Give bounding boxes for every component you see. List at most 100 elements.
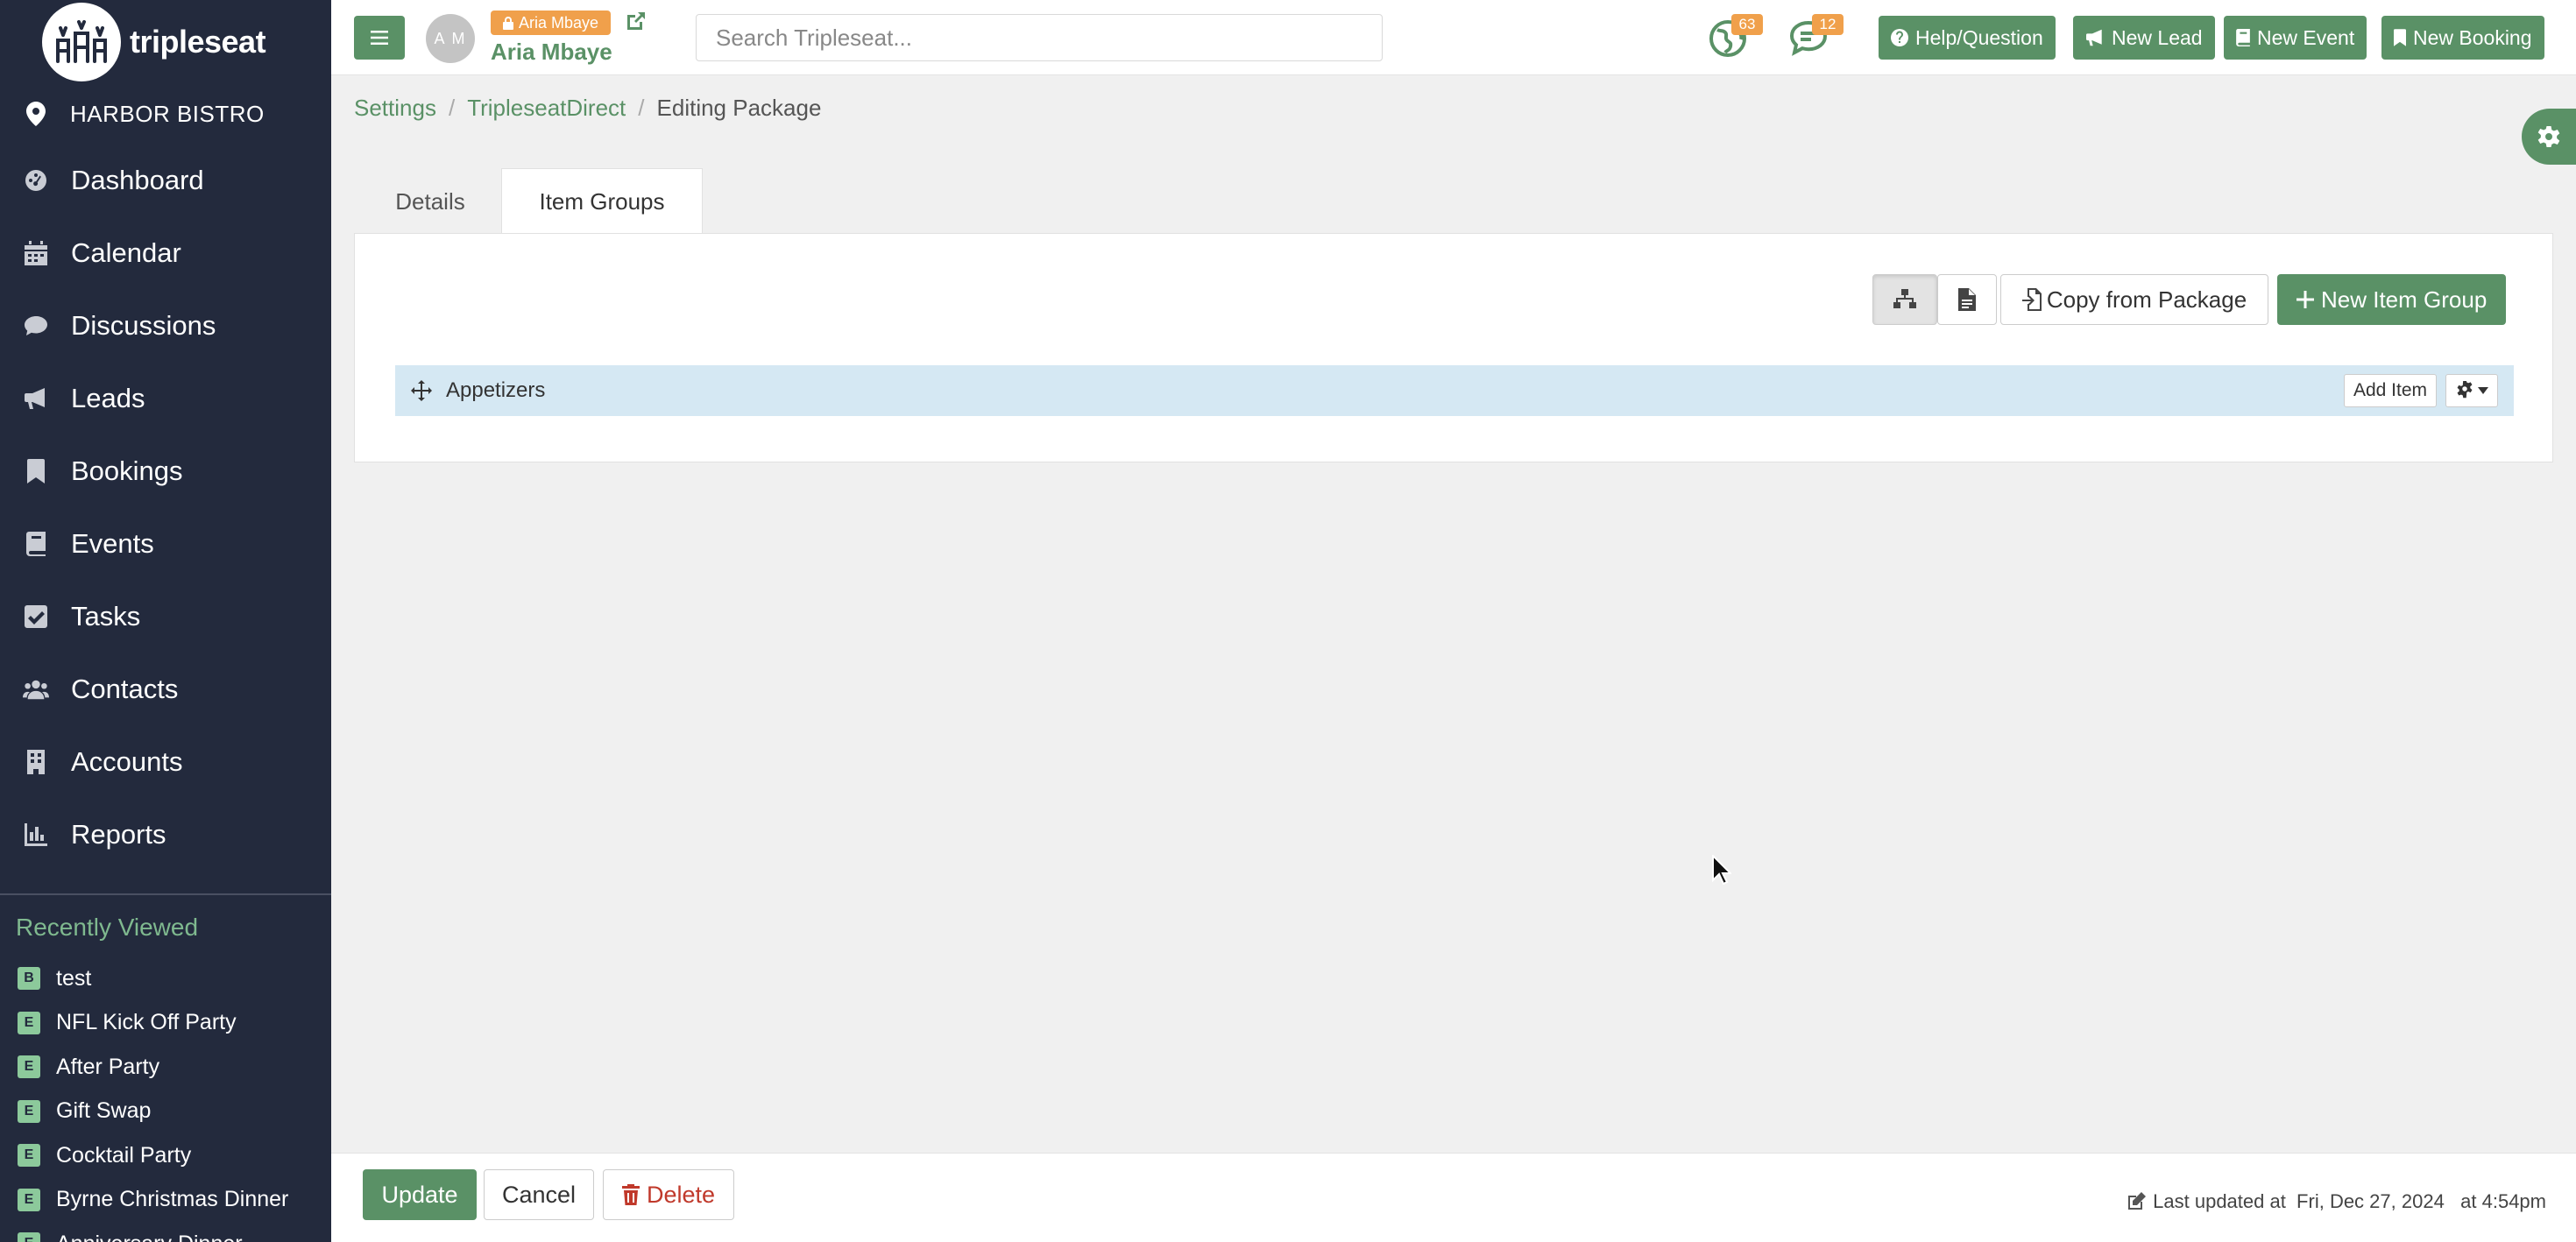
bookmark-icon [2394, 29, 2406, 46]
document-icon [1958, 288, 1976, 311]
new-item-group-button[interactable]: New Item Group [2277, 274, 2507, 325]
sidebar-item-events[interactable]: Events [0, 507, 331, 580]
menu-toggle-button[interactable] [354, 16, 405, 60]
new-lead-button[interactable]: New Lead [2073, 16, 2215, 60]
users-icon [23, 676, 49, 702]
sidebar-item-leads[interactable]: Leads [0, 362, 331, 434]
add-item-button[interactable]: Add Item [2343, 374, 2437, 407]
avatar[interactable]: A M [426, 14, 475, 63]
sidebar-item-bookings[interactable]: Bookings [0, 434, 331, 507]
item-groups-panel: Copy from Package New Item Group Appetiz… [354, 233, 2553, 462]
breadcrumb-current: Editing Package [656, 94, 822, 121]
recent-item-label: Anniversary Dinner [56, 1231, 243, 1242]
sidebar-item-label: Calendar [71, 236, 181, 268]
item-group-row[interactable]: Appetizers Add Item [395, 365, 2514, 416]
recent-item-badge: E [18, 1099, 40, 1123]
top-bar: A M Aria Mbaye Aria Mbaye 63 12 Help/Que… [331, 0, 2576, 75]
recent-item[interactable]: E Gift Swap [0, 1090, 331, 1134]
new-lead-button-label: New Lead [2112, 25, 2203, 49]
move-arrows-icon[interactable] [411, 380, 432, 401]
lock-icon [503, 16, 513, 30]
form-actions-bar: Update Cancel Delete Last updated at Fri… [331, 1153, 2576, 1242]
megaphone-icon [23, 385, 49, 412]
last-updated: Last updated at Fri, Dec 27, 2024 at 4:5… [2127, 1190, 2546, 1213]
recent-item[interactable]: E Anniversary Dinner [0, 1222, 331, 1242]
item-group-name: Appetizers [446, 378, 546, 402]
notification-count: 63 [1731, 14, 1763, 35]
trash-icon [621, 1184, 640, 1205]
calendar-icon [23, 240, 49, 266]
user-badge-label: Aria Mbaye [519, 13, 599, 32]
recent-item[interactable]: Btest [0, 956, 331, 1001]
sidebar-item-label: Accounts [71, 745, 183, 777]
recent-item-badge: B [18, 967, 40, 991]
new-item-group-label: New Item Group [2321, 286, 2488, 313]
brand[interactable]: tripleseat [0, 0, 331, 84]
sidebar-item-contacts[interactable]: Contacts [0, 653, 331, 725]
recent-item-label: Byrne Christmas Dinner [56, 1187, 289, 1212]
search-input[interactable] [696, 14, 1383, 61]
recent-item-label: After Party [56, 1054, 160, 1079]
notifications-globe[interactable]: 63 [1709, 14, 1763, 62]
cancel-button[interactable]: Cancel [484, 1169, 594, 1220]
tripleseat-logo-icon [42, 3, 121, 81]
new-booking-button[interactable]: New Booking [2381, 16, 2544, 60]
breadcrumb-tripleseatdirect-link[interactable]: TripleseatDirect [467, 95, 626, 122]
gear-icon [2537, 126, 2560, 147]
plus-icon [2296, 291, 2314, 308]
brand-name: tripleseat [130, 24, 266, 60]
user-badge: Aria Mbaye [491, 11, 612, 35]
sidebar-item-label: Tasks [71, 600, 141, 632]
notifications-chat[interactable]: 12 [1789, 14, 1844, 60]
recent-item[interactable]: E Byrne Christmas Dinner [0, 1178, 331, 1223]
sidebar-item-calendar[interactable]: Calendar [0, 216, 331, 289]
breadcrumb-settings-link[interactable]: Settings [354, 95, 436, 122]
location-selector[interactable]: HARBOR BISTRO [0, 84, 331, 144]
chart-icon [23, 822, 49, 848]
tab-item-groups[interactable]: Item Groups [501, 168, 703, 235]
external-link-icon[interactable] [626, 11, 647, 32]
delete-button[interactable]: Delete [603, 1169, 734, 1220]
new-event-button[interactable]: New Event [2224, 16, 2367, 60]
tree-view-button[interactable] [1872, 274, 1937, 325]
sitemap-icon [1893, 289, 1916, 308]
sidebar-item-reports[interactable]: Reports [0, 798, 331, 871]
recent-item[interactable]: E Cocktail Party [0, 1133, 331, 1178]
recent-item-badge: E [18, 1144, 40, 1168]
recent-item-label: Gift Swap [56, 1098, 152, 1124]
sidebar-item-discussions[interactable]: Discussions [0, 289, 331, 362]
recent-item-badge: E [18, 1055, 40, 1079]
breadcrumb-separator: / [638, 94, 645, 121]
recent-item[interactable]: E NFL Kick Off Party [0, 1001, 331, 1046]
help-button[interactable]: Help/Question [1879, 16, 2056, 60]
settings-panel-toggle[interactable] [2522, 109, 2576, 165]
book-icon [23, 531, 49, 557]
sidebar-item-dashboard[interactable]: Dashboard [0, 144, 331, 216]
check-square-icon [23, 603, 49, 630]
map-pin-icon [26, 102, 46, 126]
building-icon [23, 749, 49, 775]
bookmark-icon [23, 458, 49, 484]
file-import-icon [2021, 288, 2042, 311]
sidebar-item-tasks[interactable]: Tasks [0, 580, 331, 653]
sidebar-item-label: Contacts [71, 673, 179, 704]
recently-viewed: Recently Viewed Btest E NFL Kick Off Part… [0, 895, 331, 1242]
recently-viewed-title: Recently Viewed [16, 914, 199, 941]
gear-icon [2457, 381, 2473, 399]
help-button-label: Help/Question [1915, 25, 2043, 49]
recent-item-label: test [56, 965, 92, 991]
update-button[interactable]: Update [363, 1169, 477, 1220]
sidebar-item-label: Dashboard [71, 164, 204, 195]
last-updated-text: Last updated at Fri, Dec 27, 2024 at 4:5… [2153, 1190, 2546, 1212]
sidebar-item-accounts[interactable]: Accounts [0, 725, 331, 798]
copy-from-package-button[interactable]: Copy from Package [2000, 274, 2268, 325]
message-count: 12 [1812, 14, 1844, 35]
question-circle-icon [1891, 29, 1908, 46]
tab-details[interactable]: Details [364, 168, 496, 235]
group-settings-dropdown[interactable] [2445, 374, 2498, 407]
new-booking-button-label: New Booking [2413, 25, 2532, 49]
recent-item[interactable]: E After Party [0, 1045, 331, 1090]
delete-button-label: Delete [646, 1181, 716, 1208]
document-view-button[interactable] [1937, 274, 1997, 325]
user-name-link[interactable]: Aria Mbaye [491, 39, 612, 66]
